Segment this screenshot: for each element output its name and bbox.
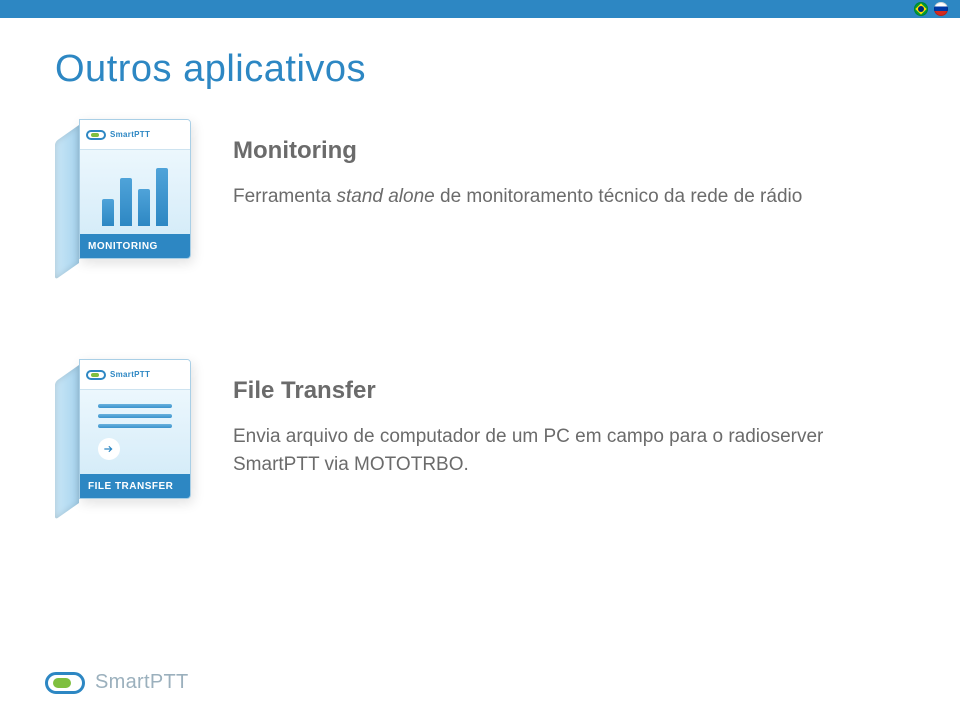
smartptt-logo-icon [45,672,85,694]
section-description-monitoring: Ferramenta stand alone de monitoramento … [233,183,905,211]
desc-italic: stand alone [336,186,434,207]
flag-group [914,2,948,16]
bar-chart-icon [80,150,190,234]
russia-flag-icon [934,2,948,16]
brazil-flag-icon [914,2,928,16]
product-box-filetransfer: SmartPTT FILE TRANSFER [55,359,205,514]
desc-text: Envia arquivo de computador de um PC em … [233,426,823,475]
page-title: Outros aplicativos [55,48,905,91]
product-box-monitoring: SmartPTT MONITORING [55,119,205,274]
product-box-brand: SmartPTT [110,370,150,379]
page-content: Outros aplicativos SmartPTT MONITORING M… [0,18,960,514]
file-transfer-icon [80,390,190,474]
section-filetransfer: SmartPTT FILE TRANSFER File Transfer Env… [55,359,905,514]
top-bar [0,0,960,18]
section-heading-monitoring: Monitoring [233,137,905,165]
section-heading-filetransfer: File Transfer [233,377,905,405]
smartptt-mini-logo-icon [86,130,106,140]
desc-text: de monitoramento técnico da rede de rádi… [435,186,803,207]
product-box-label: MONITORING [80,234,190,258]
section-monitoring: SmartPTT MONITORING Monitoring Ferrament… [55,119,905,274]
section-description-filetransfer: Envia arquivo de computador de um PC em … [233,423,905,478]
smartptt-mini-logo-icon [86,370,106,380]
product-box-brand: SmartPTT [110,130,150,139]
product-box-label: FILE TRANSFER [80,474,190,498]
desc-text: Ferramenta [233,186,336,207]
footer-logo: SmartPTT [45,671,189,694]
footer-brand-text: SmartPTT [95,671,189,694]
arrow-right-icon [98,438,120,460]
